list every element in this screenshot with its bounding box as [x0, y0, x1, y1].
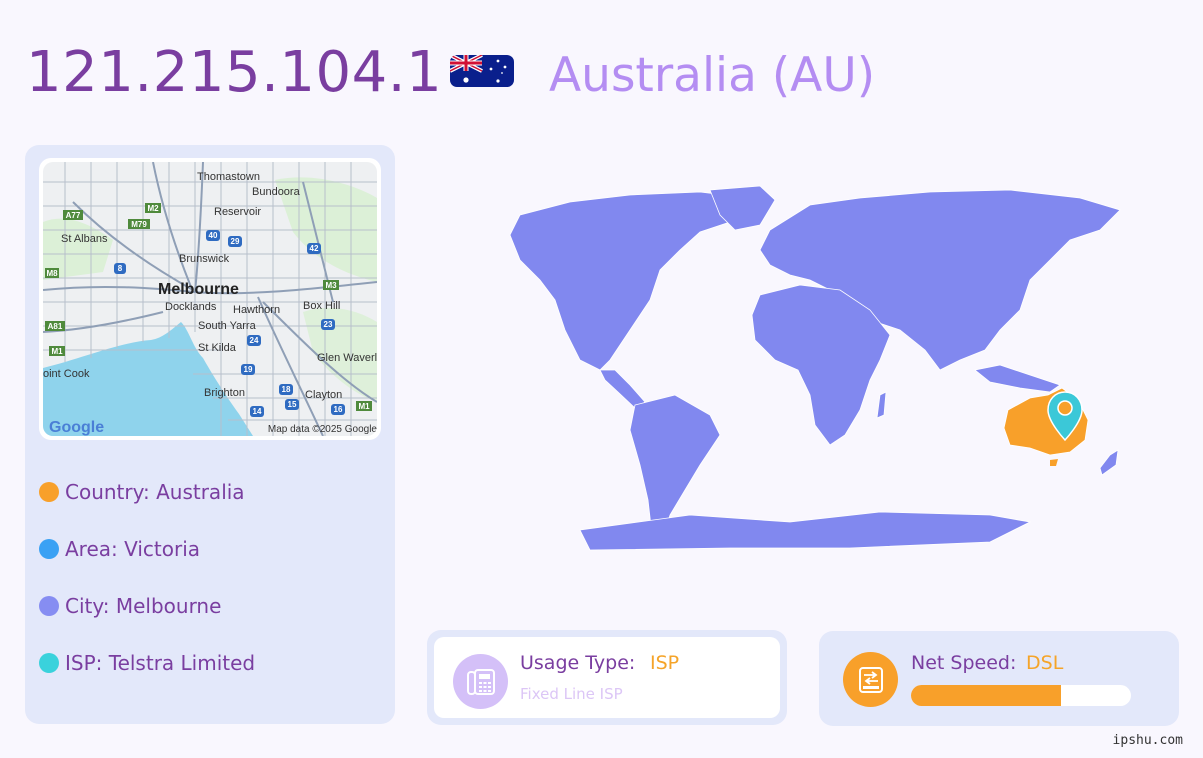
svg-text:A77: A77	[66, 211, 81, 220]
antarctica	[579, 511, 1032, 551]
road-shield-m1-west: M1	[49, 346, 65, 356]
country-dot-icon	[39, 481, 59, 502]
map-label-st-albans: St Albans	[61, 233, 108, 245]
map-label-glen-waverley: Glen Waverl	[317, 352, 377, 364]
map-label-reservoir: Reservoir	[214, 206, 261, 218]
road-shield-23: 23	[321, 319, 335, 330]
road-shield-a77: A77	[63, 210, 83, 220]
svg-text:M1: M1	[51, 347, 63, 356]
info-isp: ISP: Telstra Limited	[39, 634, 255, 691]
area-text: Area: Victoria	[65, 536, 201, 561]
road-shield-m3: M3	[323, 280, 339, 290]
net-speed-bar-fill	[911, 685, 1061, 706]
info-city: City: Melbourne	[39, 577, 255, 634]
svg-text:18: 18	[282, 385, 291, 394]
svg-text:A81: A81	[48, 322, 63, 331]
location-panel: Thomastown Bundoora Reservoir St Albans …	[25, 145, 395, 724]
svg-text:M79: M79	[131, 220, 147, 229]
isp-text: ISP: Telstra Limited	[65, 650, 256, 675]
map-label-brighton: Brighton	[204, 387, 245, 399]
router-icon	[843, 652, 898, 707]
svg-text:24: 24	[250, 336, 259, 345]
tasmania	[1050, 459, 1058, 466]
svg-text:M2: M2	[147, 204, 159, 213]
ip-address-title: 121.215.104.1	[26, 40, 443, 105]
usage-type-subtitle: Fixed Line ISP	[520, 685, 623, 703]
road-shield-15: 15	[285, 399, 299, 410]
svg-text:14: 14	[253, 407, 262, 416]
usage-type-label: Usage Type:	[520, 652, 636, 674]
svg-text:40: 40	[209, 231, 218, 240]
world-map	[430, 170, 1170, 570]
australia-flag-icon	[450, 55, 514, 87]
road-shield-18: 18	[279, 384, 293, 395]
road-shield-m8: M8	[45, 268, 59, 278]
net-speed-value: DSL	[1026, 652, 1064, 674]
road-shield-40: 40	[206, 230, 220, 241]
svg-text:29: 29	[231, 237, 240, 246]
road-shield-m79: M79	[128, 219, 150, 229]
info-area: Area: Victoria	[39, 520, 255, 577]
road-shield-29: 29	[228, 236, 242, 247]
svg-text:M1: M1	[358, 402, 370, 411]
road-shield-24: 24	[247, 335, 261, 346]
road-shield-16: 16	[331, 404, 345, 415]
net-speed-bar	[911, 685, 1131, 706]
map-credit: Map data ©2025 Google	[268, 424, 377, 435]
area-dot-icon	[39, 538, 59, 559]
road-shield-m2: M2	[145, 203, 161, 213]
map-label-thomastown: Thomastown	[197, 171, 260, 183]
map-label-clayton: Clayton	[305, 389, 342, 401]
country-text: Country: Australia	[65, 479, 245, 504]
svg-text:42: 42	[310, 244, 319, 253]
isp-dot-icon	[39, 652, 59, 673]
central-america	[599, 369, 646, 409]
svg-text:16: 16	[334, 405, 343, 414]
usage-type-value: ISP	[650, 652, 680, 674]
madagascar	[876, 391, 887, 419]
phone-icon	[453, 654, 508, 709]
map-label-brunswick: Brunswick	[179, 253, 230, 265]
map-label-bundoora: Bundoora	[252, 186, 301, 198]
map-label-hawthorn: Hawthorn	[233, 304, 280, 316]
svg-text:15: 15	[288, 400, 297, 409]
usage-type-card: Usage Type: ISP Fixed Line ISP	[427, 630, 787, 725]
city-map[interactable]: Thomastown Bundoora Reservoir St Albans …	[39, 158, 381, 440]
road-shield-m1-east: M1	[356, 401, 372, 411]
map-label-box-hill: Box Hill	[303, 300, 340, 312]
road-shield-a81: A81	[45, 321, 65, 331]
map-label-point-cook: oint Cook	[43, 368, 90, 380]
svg-text:8: 8	[118, 264, 123, 273]
net-speed-label: Net Speed:	[911, 652, 1017, 674]
country-title: Australia (AU)	[549, 48, 876, 103]
road-shield-42: 42	[307, 243, 321, 254]
map-label-melbourne: Melbourne	[158, 281, 239, 298]
info-country: Country: Australia	[39, 463, 255, 520]
map-label-st-kilda: St Kilda	[198, 342, 237, 354]
map-label-docklands: Docklands	[165, 301, 217, 313]
svg-text:23: 23	[324, 320, 333, 329]
road-shield-19: 19	[241, 364, 255, 375]
svg-text:M8: M8	[46, 269, 58, 278]
road-shield-8: 8	[114, 263, 126, 274]
city-dot-icon	[39, 595, 59, 616]
road-shield-14: 14	[250, 406, 264, 417]
svg-text:19: 19	[244, 365, 253, 374]
location-info-list: Country: Australia Area: Victoria City: …	[39, 463, 255, 691]
se-asia-islands	[974, 364, 1061, 393]
google-logo: Google	[49, 419, 104, 436]
city-text: City: Melbourne	[65, 593, 222, 618]
site-watermark: ipshu.com	[1112, 733, 1183, 748]
north-america	[509, 191, 751, 371]
net-speed-card: Net Speed: DSL	[819, 631, 1179, 726]
map-label-south-yarra: South Yarra	[198, 320, 257, 332]
new-zealand	[1099, 449, 1119, 476]
svg-text:M3: M3	[325, 281, 337, 290]
